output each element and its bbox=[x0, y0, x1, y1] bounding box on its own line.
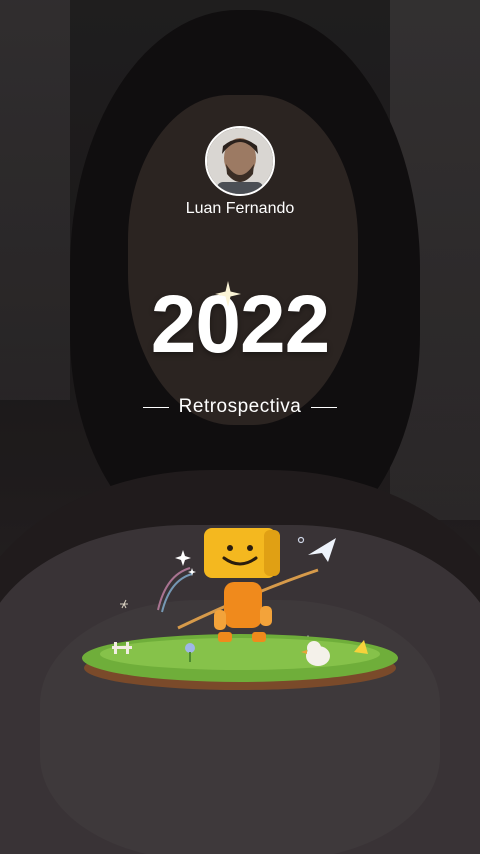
small-sparkle-icon bbox=[175, 550, 191, 566]
divider-right bbox=[311, 406, 338, 408]
subtitle-row: Retrospectiva bbox=[0, 396, 480, 418]
profile-avatar[interactable] bbox=[205, 126, 275, 196]
mascot-body bbox=[224, 582, 262, 628]
sparkle-icon bbox=[215, 281, 241, 307]
profile-name: Luan Fernando bbox=[185, 200, 295, 217]
subtitle: Retrospectiva bbox=[178, 396, 302, 417]
mascot-scene bbox=[82, 528, 398, 690]
paper-plane-icon bbox=[308, 538, 336, 562]
divider-left bbox=[142, 406, 169, 408]
avatar-image bbox=[207, 128, 273, 194]
